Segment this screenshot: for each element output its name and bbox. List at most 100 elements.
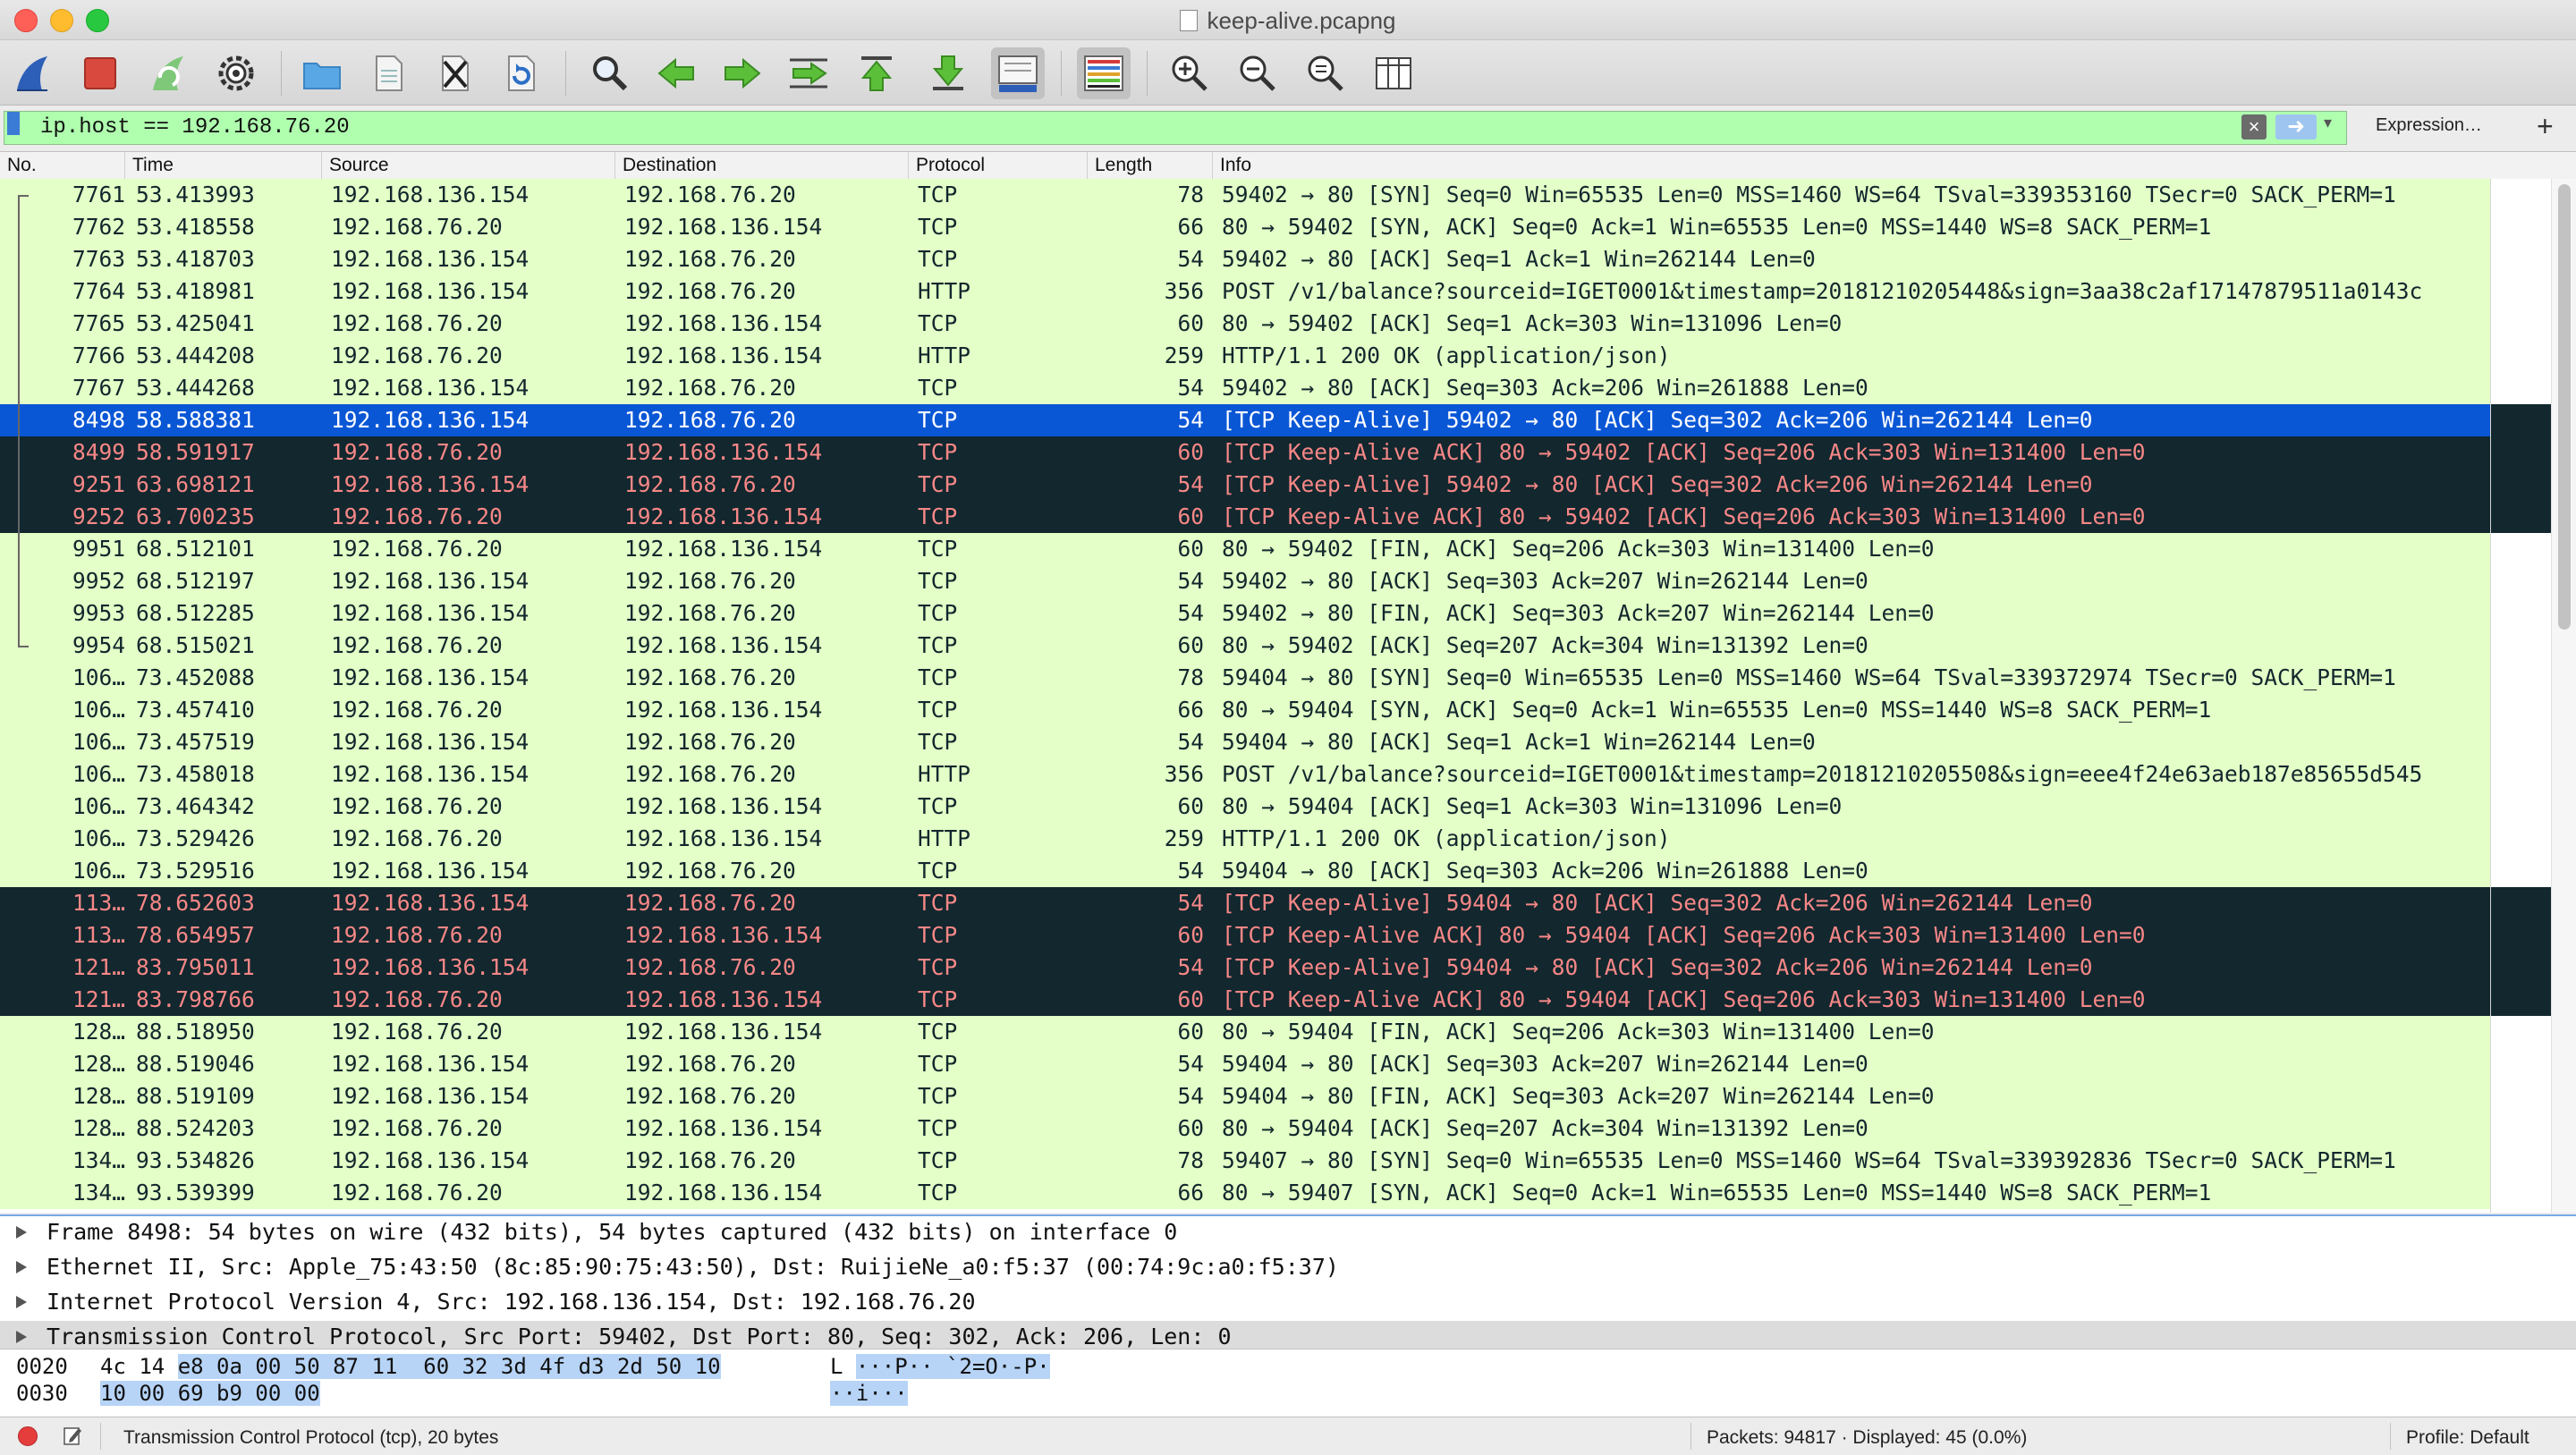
packet-destination: 192.168.76.20 [624,729,796,755]
packet-length: 259 [1164,825,1204,851]
expression-button[interactable]: Expression… [2376,115,2482,136]
packet-row[interactable]: 113… 78.652603 192.168.136.154 192.168.76.2… [0,887,2490,919]
packet-row[interactable]: 9954 68.515021 192.168.76.20 192.168.136.15… [0,630,2490,662]
go-back-icon[interactable] [649,47,703,99]
go-last-packet-icon[interactable] [921,47,975,99]
bytes-hex[interactable]: 10 00 69 b9 00 00 [100,1380,320,1407]
packet-list-scrollbar[interactable] [2551,179,2576,1213]
packet-row[interactable]: 7767 53.444268 192.168.136.154 192.168.76.2… [0,372,2490,404]
packet-row[interactable]: 7762 53.418558 192.168.76.20 192.168.136.15… [0,211,2490,243]
column-header-source[interactable]: Source [322,152,615,179]
packet-row[interactable]: 7764 53.418981 192.168.136.154 192.168.76.2… [0,275,2490,308]
column-header-no[interactable]: No. [0,152,125,179]
detail-tree-item[interactable]: Ethernet II, Src: Apple_75:43:50 (8c:85:… [0,1251,2576,1283]
status-divider [1690,1423,1691,1450]
zoom-out-icon[interactable] [1231,47,1284,99]
expand-arrow-icon[interactable] [16,1296,27,1308]
go-to-packet-icon[interactable] [782,47,835,99]
expand-arrow-icon[interactable] [16,1226,27,1239]
packet-row[interactable]: 9251 63.698121 192.168.136.154 192.168.76.2… [0,469,2490,501]
detail-tree-item[interactable]: Frame 8498: 54 bytes on wire (432 bits),… [0,1216,2576,1248]
packet-row[interactable]: 121… 83.798766 192.168.76.20 192.168.136.15… [0,984,2490,1016]
minimap-band [2491,919,2552,952]
column-header-time[interactable]: Time [125,152,322,179]
bytes-hex[interactable]: 4c 14 e8 0a 00 50 87 11 60 32 3d 4f d3 2… [100,1353,721,1380]
packet-row[interactable]: 121… 83.795011 192.168.136.154 192.168.76.2… [0,952,2490,984]
auto-scroll-icon[interactable] [991,47,1045,99]
packet-number: 8498 [72,407,125,433]
capture-options-icon[interactable] [209,47,263,99]
packet-row[interactable]: 8499 58.591917 192.168.76.20 192.168.136.15… [0,436,2490,469]
packet-row[interactable]: 9953 68.512285 192.168.136.154 192.168.76.2… [0,597,2490,630]
packet-row[interactable]: 113… 78.654957 192.168.76.20 192.168.136.15… [0,919,2490,952]
packet-rows: 7761 53.413993 192.168.136.154 192.168.76.2… [0,179,2490,1213]
packet-destination: 192.168.76.20 [624,890,796,916]
packet-row[interactable]: 106… 73.452088 192.168.136.154 192.168.76.2… [0,662,2490,694]
packet-number: 7763 [72,246,125,272]
go-forward-icon[interactable] [716,47,769,99]
packet-row[interactable]: 106… 73.464342 192.168.76.20 192.168.136.15… [0,791,2490,823]
capture-comment-icon[interactable] [63,1425,82,1446]
colorize-icon[interactable] [1077,47,1131,99]
go-first-packet-icon[interactable] [850,47,903,99]
display-filter-input[interactable]: ip.host == 192.168.76.20 [4,111,2347,145]
bookmark-icon[interactable] [7,112,20,135]
start-capture-icon[interactable] [5,47,59,99]
packet-row[interactable]: 9952 68.512197 192.168.136.154 192.168.76.2… [0,565,2490,597]
packet-protocol: TCP [918,1051,958,1077]
expand-arrow-icon[interactable] [16,1331,27,1343]
packet-number: 106… [72,793,125,819]
status-profile[interactable]: Profile: Default [2406,1427,2529,1449]
clear-filter-button[interactable]: × [2241,114,2267,140]
column-header-length[interactable]: Length [1088,152,1213,179]
save-file-icon[interactable] [361,47,415,99]
packet-length: 60 [1177,793,1204,819]
packet-row[interactable]: 128… 88.524203 192.168.76.20 192.168.136.15… [0,1112,2490,1145]
packet-row[interactable]: 106… 73.457519 192.168.136.154 192.168.76.2… [0,726,2490,758]
packet-row[interactable]: 106… 73.458018 192.168.136.154 192.168.76.2… [0,758,2490,791]
packet-source: 192.168.136.154 [331,1147,530,1173]
packet-row[interactable]: 106… 73.457410 192.168.76.20 192.168.136.15… [0,694,2490,726]
close-file-icon[interactable] [428,47,481,99]
packet-row-selected[interactable]: 8498 58.588381 192.168.136.154 192.168.76.2… [0,404,2490,436]
packet-row[interactable]: 7761 53.413993 192.168.136.154 192.168.76.2… [0,179,2490,211]
packet-row[interactable]: 7765 53.425041 192.168.76.20 192.168.136.15… [0,308,2490,340]
packet-row[interactable]: 7763 53.418703 192.168.136.154 192.168.76.2… [0,243,2490,275]
packet-row[interactable]: 106… 73.529426 192.168.76.20 192.168.136.15… [0,823,2490,855]
normal-size-icon[interactable] [1299,47,1352,99]
expert-info-icon[interactable] [18,1426,38,1446]
bytes-ascii[interactable]: ··i··· [830,1380,908,1407]
packet-destination: 192.168.136.154 [624,922,823,948]
packet-row[interactable]: 9951 68.512101 192.168.76.20 192.168.136.15… [0,533,2490,565]
packet-row[interactable]: 128… 88.519046 192.168.136.154 192.168.76.2… [0,1048,2490,1080]
stop-capture-icon[interactable] [73,47,127,99]
column-header-protocol[interactable]: Protocol [909,152,1088,179]
packet-time: 53.418981 [136,278,255,304]
open-file-icon[interactable] [295,47,349,99]
packet-row[interactable]: 134… 93.539399 192.168.76.20 192.168.136.15… [0,1177,2490,1209]
expand-arrow-icon[interactable] [16,1261,27,1273]
column-header-destination[interactable]: Destination [615,152,909,179]
resize-columns-icon[interactable] [1367,47,1420,99]
filter-history-dropdown-icon[interactable]: ▾ [2324,114,2332,132]
packet-list-scrollbar-thumb[interactable] [2558,184,2571,630]
add-filter-button[interactable]: + [2537,110,2554,143]
detail-tree-item[interactable]: Internet Protocol Version 4, Src: 192.16… [0,1286,2576,1318]
packet-row[interactable]: 7766 53.444208 192.168.76.20 192.168.136.15… [0,340,2490,372]
bytes-ascii[interactable]: L ···P·· `2=O·-P· [830,1353,1050,1380]
packet-row[interactable]: 128… 88.519109 192.168.136.154 192.168.76.2… [0,1080,2490,1112]
column-header-info[interactable]: Info [1213,152,2576,179]
packet-row[interactable]: 9252 63.700235 192.168.76.20 192.168.136.15… [0,501,2490,533]
packet-info: [TCP Keep-Alive ACK] 80 → 59402 [ACK] Se… [1222,439,2146,465]
packet-row[interactable]: 128… 88.518950 192.168.76.20 192.168.136.15… [0,1016,2490,1048]
apply-filter-button[interactable]: ➜ [2275,114,2317,140]
restart-capture-icon[interactable] [141,47,195,99]
packet-row[interactable]: 134… 93.534826 192.168.136.154 192.168.76.2… [0,1145,2490,1177]
packet-minimap[interactable] [2490,179,2552,1213]
packet-protocol: TCP [918,182,958,207]
packet-row[interactable]: 106… 73.529516 192.168.136.154 192.168.76.2… [0,855,2490,887]
zoom-in-icon[interactable] [1163,47,1216,99]
packet-number: 113… [72,890,125,916]
find-packet-icon[interactable] [583,47,637,99]
reload-file-icon[interactable] [494,47,547,99]
